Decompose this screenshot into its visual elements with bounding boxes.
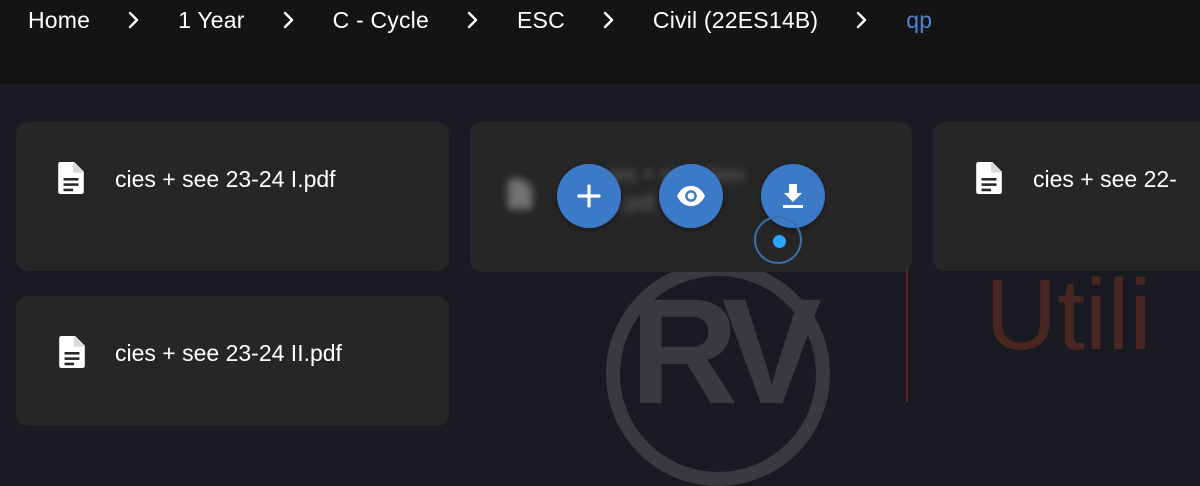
view-button[interactable] — [659, 164, 723, 228]
watermark-side-text: Utili — [985, 259, 1152, 371]
file-document-icon — [508, 179, 532, 209]
breadcrumb-subject[interactable]: Civil (22ES14B) — [653, 7, 818, 34]
breadcrumb-year[interactable]: 1 Year — [178, 7, 244, 34]
file-name: cies + see 22- — [1033, 166, 1177, 192]
file-card[interactable]: cies + see 22- — [933, 122, 1200, 271]
breadcrumb-cycle[interactable]: C - Cycle — [333, 7, 429, 34]
watermark-divider — [906, 262, 908, 402]
watermark-logo-text: RV — [630, 267, 822, 435]
chevron-right-icon — [429, 11, 517, 29]
chevron-right-icon — [245, 11, 333, 29]
add-button[interactable] — [557, 164, 621, 228]
breadcrumb: Home 1 Year C - Cycle ESC Civil (22ES14B… — [28, 2, 932, 38]
file-name: cies + see 23-24 I.pdf — [115, 166, 336, 192]
breadcrumb-current[interactable]: qp — [906, 7, 932, 34]
file-name: cies + see 23-24 II.pdf — [115, 340, 342, 366]
cursor-dot — [773, 235, 786, 248]
file-document-icon — [59, 336, 85, 368]
chevron-right-icon — [818, 11, 906, 29]
breadcrumb-home[interactable]: Home — [28, 7, 90, 34]
breadcrumb-subject-group[interactable]: ESC — [517, 7, 565, 34]
download-icon — [783, 184, 803, 208]
file-card[interactable]: cies + see 23-24 I.pdf — [16, 122, 449, 271]
eye-icon — [677, 186, 705, 206]
chevron-right-icon — [90, 11, 178, 29]
file-document-icon — [58, 162, 84, 194]
plus-icon — [577, 184, 601, 208]
chevron-right-icon — [565, 11, 653, 29]
top-bar: Home 1 Year C - Cycle ESC Civil (22ES14B… — [0, 0, 1200, 84]
file-document-icon — [976, 162, 1002, 194]
